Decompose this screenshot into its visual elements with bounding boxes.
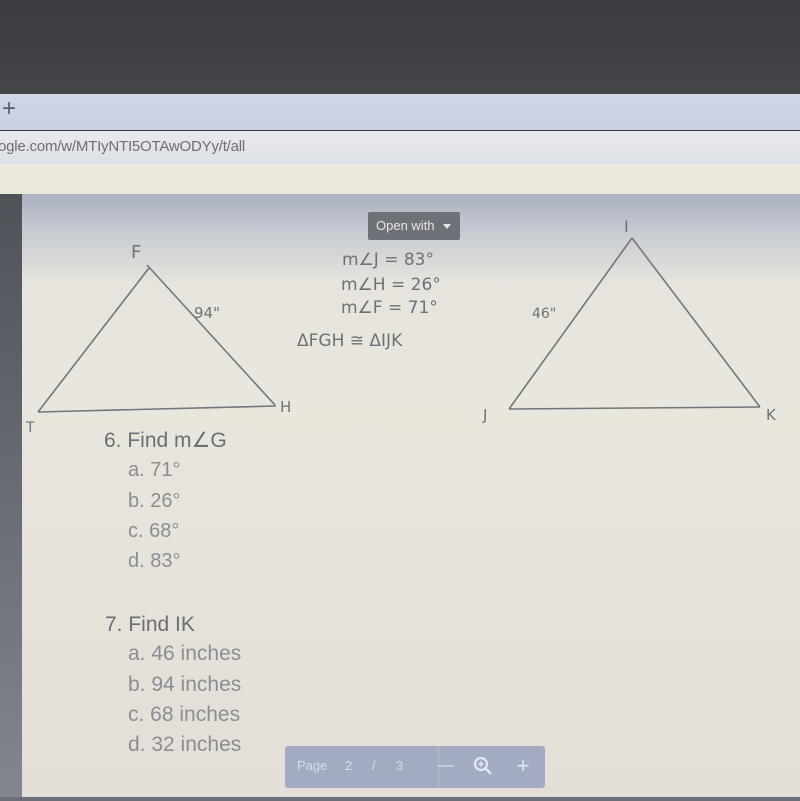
dropdown-caret-icon [443,224,451,229]
screen-bottom-edge [0,797,800,801]
question-6-option-d: d. 83° [128,550,181,572]
side-ik [631,237,761,408]
open-with-label: Open with [376,218,435,233]
question-7-title: 7. Find IK [105,613,195,636]
question-7-option-c: c. 68 inches [128,703,241,726]
side-fh-length: 94" [194,304,220,322]
side-fh [146,264,276,406]
given-angle-f: m∠F = 71° [341,298,438,318]
vertex-g-label: T [25,420,35,436]
given-angle-h: m∠H = 26° [341,275,441,295]
side-jk [508,406,761,410]
zoom-in-button[interactable]: + [510,752,536,780]
vertex-h-label: H [280,398,291,416]
triangle-ijk [508,237,761,410]
vertex-f-label: F [131,242,141,263]
diagram-svg: F T H 94" I J K 46" m∠J = 83° m∠H = 26° … [25,217,777,436]
triangle-fgh [37,264,277,413]
zoom-reset-button[interactable] [470,752,496,784]
vertex-k-label: K [766,406,777,424]
question-6-option-b: b. 26° [128,490,181,512]
vertex-i-label: I [624,217,629,236]
total-pages: 3 [396,758,404,773]
current-page[interactable]: 2 [345,758,352,773]
side-fg [37,267,150,413]
question-7-option-a: a. 46 inches [128,642,242,665]
given-angle-j: m∠J = 83° [342,250,434,270]
page-controls: Page 2 / 3 — + [285,746,545,788]
zoom-out-button[interactable]: — [433,752,459,780]
page-separator: / [372,758,376,773]
question-6-option-c: c. 68° [128,520,180,542]
question-7-option-b: b. 94 inches [128,673,242,696]
zoom-magnifier-icon [473,756,492,775]
side-ij-length: 46" [532,306,556,322]
page-label: Page [297,758,328,773]
question-7-option-d: d. 32 inches [128,733,242,756]
vertex-j-label: J [482,406,487,424]
side-gh [37,405,277,413]
question-6-option-a: a. 71° [128,459,181,481]
open-with-button[interactable]: Open with [368,212,460,240]
given-congruence: ΔFGH ≅ ΔIJK [297,331,403,351]
side-ij [508,237,633,410]
question-6-title: 6. Find m∠G [104,429,227,452]
